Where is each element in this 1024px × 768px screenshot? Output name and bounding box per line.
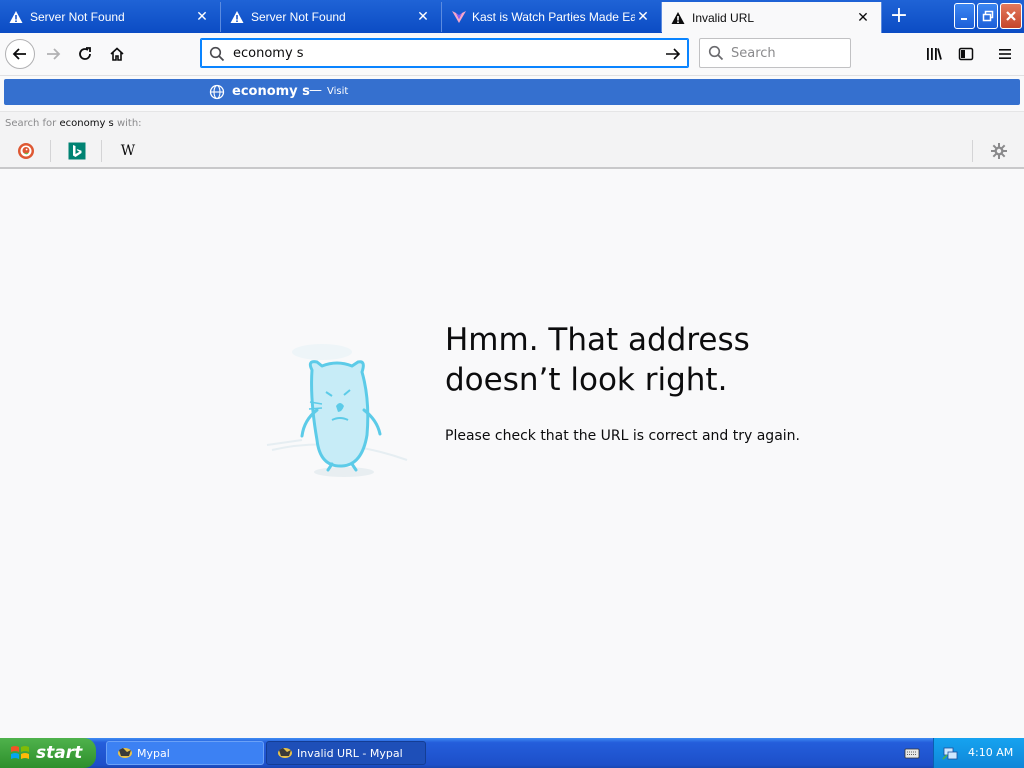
tab-label: Server Not Found xyxy=(30,10,125,24)
suggestion-visit-label: Visit xyxy=(327,86,349,97)
search-bar[interactable]: Search xyxy=(699,38,851,68)
network-icon[interactable] xyxy=(942,745,958,761)
home-icon xyxy=(110,47,124,61)
go-arrow-icon[interactable] xyxy=(664,45,682,63)
error-title: Hmm. That address doesn’t look right. xyxy=(445,322,750,398)
warning-icon xyxy=(9,10,23,24)
search-icon xyxy=(708,45,724,61)
start-label: start xyxy=(36,743,83,763)
search-icon xyxy=(209,46,225,62)
mypal-icon xyxy=(118,748,132,758)
sidebar-toggle-button[interactable] xyxy=(951,39,981,69)
reload-icon xyxy=(79,47,91,60)
library-button[interactable] xyxy=(919,39,949,69)
globe-icon xyxy=(209,84,225,100)
wikipedia-engine-button[interactable]: W xyxy=(118,141,138,161)
forward-button[interactable] xyxy=(38,39,68,69)
bing-icon xyxy=(68,142,86,160)
back-button[interactable] xyxy=(5,39,35,69)
search-settings-button[interactable] xyxy=(989,141,1009,161)
navigation-toolbar: economy s Search xyxy=(0,33,1024,76)
wikipedia-icon: W xyxy=(120,143,136,159)
close-window-button[interactable] xyxy=(1000,3,1022,29)
sidebar-icon xyxy=(958,47,974,61)
home-button[interactable] xyxy=(102,39,132,69)
confused-hamster-illustration xyxy=(266,344,408,477)
search-with-suffix: with: xyxy=(116,118,142,129)
kast-logo-icon xyxy=(451,10,466,24)
windows-taskbar: start Mypal Invalid URL - Mypal 4:10 AM xyxy=(0,738,1024,768)
minimize-button[interactable] xyxy=(954,3,975,29)
tab-strip: Server Not Found ✕ Server Not Found ✕ Ka… xyxy=(0,0,1024,33)
new-tab-button[interactable]: + xyxy=(887,5,911,28)
tab-label: Server Not Found xyxy=(251,10,346,24)
one-off-search-engines: W xyxy=(0,135,1024,169)
suggestion-dash: — xyxy=(309,83,322,98)
tab-kast[interactable]: Kast is Watch Parties Made Easy ✕ xyxy=(442,2,662,32)
restore-button[interactable] xyxy=(977,3,998,29)
url-input[interactable]: economy s xyxy=(233,46,304,61)
close-tab-icon[interactable]: ✕ xyxy=(415,9,431,25)
suggestion-text: economy s xyxy=(232,84,310,99)
start-button[interactable]: start xyxy=(0,738,96,768)
url-suggestion-visit[interactable]: economy s — Visit xyxy=(4,79,1020,105)
tab-label: Kast is Watch Parties Made Easy xyxy=(472,10,635,24)
taskbar-item-invalid-url[interactable]: Invalid URL - Mypal xyxy=(266,741,426,765)
windows-logo-icon xyxy=(11,746,29,759)
close-tab-icon[interactable]: ✕ xyxy=(635,9,651,25)
tab-label: Invalid URL xyxy=(692,10,755,25)
library-icon xyxy=(927,48,942,60)
keyboard-icon[interactable] xyxy=(904,746,920,760)
mypal-icon xyxy=(278,748,292,758)
tab-server-not-found-1[interactable]: Server Not Found ✕ xyxy=(0,2,221,32)
forward-arrow-icon xyxy=(47,48,61,60)
gear-icon xyxy=(991,143,1007,159)
error-description: Please check that the URL is correct and… xyxy=(445,428,800,444)
search-placeholder: Search xyxy=(731,46,776,61)
warning-icon xyxy=(230,10,244,24)
warning-icon xyxy=(671,11,685,25)
task-label: Invalid URL - Mypal xyxy=(297,746,403,760)
clock: 4:10 AM xyxy=(968,746,1014,759)
search-with-header: Search for economy s with: xyxy=(0,111,1024,136)
bing-engine-button[interactable] xyxy=(67,141,87,161)
duckduckgo-icon xyxy=(18,143,34,159)
back-arrow-icon xyxy=(12,48,26,60)
taskbar-item-mypal[interactable]: Mypal xyxy=(106,741,264,765)
tab-invalid-url[interactable]: Invalid URL ✕ xyxy=(662,2,882,33)
close-tab-icon[interactable]: ✕ xyxy=(194,9,210,25)
menu-button[interactable] xyxy=(990,39,1020,69)
url-bar[interactable]: economy s xyxy=(200,38,689,68)
system-tray: 4:10 AM xyxy=(933,738,1024,768)
duckduckgo-engine-button[interactable] xyxy=(16,141,36,161)
restore-icon xyxy=(982,10,993,22)
close-icon xyxy=(1006,11,1016,21)
error-page: Hmm. That address doesn’t look right. Pl… xyxy=(0,170,1024,738)
close-tab-icon[interactable]: ✕ xyxy=(855,10,871,26)
minimize-icon xyxy=(960,18,967,20)
search-query: economy s xyxy=(59,118,114,129)
hamburger-menu-icon xyxy=(999,49,1011,59)
search-for-prefix: Search for xyxy=(5,118,57,129)
reload-button[interactable] xyxy=(70,39,100,69)
task-label: Mypal xyxy=(137,746,170,760)
tab-server-not-found-2[interactable]: Server Not Found ✕ xyxy=(221,2,442,32)
